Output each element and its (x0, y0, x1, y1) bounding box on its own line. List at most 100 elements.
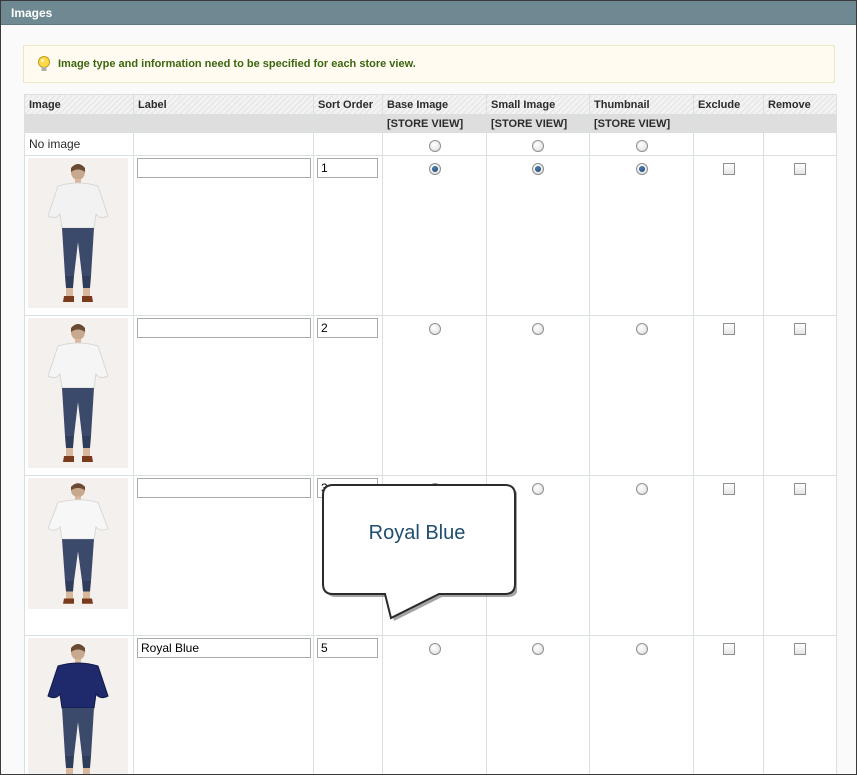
remove-cell (763, 475, 837, 636)
scope-empty (693, 114, 764, 133)
col-header-base-image: Base Image (382, 94, 487, 115)
product-thumbnail[interactable] (28, 478, 128, 609)
model-photo-icon (28, 638, 128, 774)
remove-checkbox[interactable] (794, 323, 806, 335)
lightbulb-icon (38, 56, 50, 71)
callout-text: Royal Blue (368, 522, 466, 544)
image-label-input[interactable] (137, 638, 311, 658)
image-row (24, 635, 837, 774)
no-image-row: No image (24, 132, 837, 156)
base-image-cell (382, 315, 487, 476)
col-header-sort-order: Sort Order (313, 94, 383, 115)
exclude-checkbox[interactable] (722, 483, 735, 495)
thumbnail-cell (589, 635, 694, 774)
empty-cell (133, 132, 314, 156)
label-cell (133, 315, 314, 476)
remove-checkbox[interactable] (794, 643, 806, 655)
base-image-radio[interactable] (428, 323, 441, 335)
image-cell (24, 315, 134, 476)
exclude-cell (693, 315, 764, 476)
base-image-radio-none[interactable] (428, 140, 441, 152)
col-header-label: Label (133, 94, 314, 115)
col-header-remove: Remove (763, 94, 837, 115)
base-image-cell (382, 635, 487, 774)
empty-cell (693, 132, 764, 156)
small-image-radio-none[interactable] (532, 140, 544, 152)
col-header-exclude: Exclude (693, 94, 764, 115)
small-image-radio[interactable] (532, 483, 544, 495)
scope-empty (24, 114, 134, 133)
sort-order-input[interactable] (317, 158, 378, 178)
empty-cell (313, 132, 383, 156)
remove-cell (763, 155, 837, 316)
thumbnail-radio[interactable] (635, 643, 648, 655)
thumbnail-cell (589, 315, 694, 476)
product-thumbnail[interactable] (28, 158, 128, 308)
thumbnail-radio[interactable] (635, 163, 648, 175)
base-image-radio[interactable] (428, 643, 441, 655)
scope-empty (763, 114, 837, 133)
image-cell (24, 635, 134, 774)
sort-order-cell (313, 155, 383, 316)
thumbnail-radio[interactable] (635, 483, 648, 495)
remove-cell (763, 635, 837, 774)
small-image-cell (486, 155, 590, 316)
callout-bubble: Royal Blue (321, 482, 518, 621)
label-cell (133, 635, 314, 774)
small-image-radio[interactable] (532, 163, 544, 175)
exclude-checkbox[interactable] (722, 323, 735, 335)
notice-box: Image type and information need to be sp… (23, 45, 835, 83)
image-row (24, 315, 837, 476)
scope-base-image: [STORE VIEW] (382, 114, 487, 133)
thumbnail-cell (589, 155, 694, 316)
col-header-image: Image (24, 94, 134, 115)
sort-order-cell (313, 315, 383, 476)
remove-checkbox[interactable] (794, 163, 806, 175)
remove-checkbox[interactable] (794, 483, 806, 495)
image-label-input[interactable] (137, 158, 311, 178)
exclude-checkbox[interactable] (722, 643, 735, 655)
small-image-cell (486, 315, 590, 476)
exclude-checkbox[interactable] (722, 163, 735, 175)
product-thumbnail[interactable] (28, 638, 128, 774)
thumbnail-cell (589, 475, 694, 636)
image-cell (24, 475, 134, 636)
image-cell (24, 155, 134, 316)
notice-text: Image type and information need to be sp… (58, 58, 416, 70)
label-cell (133, 155, 314, 316)
images-table: Image Label Sort Order Base Image Small … (24, 94, 837, 774)
small-image-radio[interactable] (532, 323, 544, 335)
image-label-input[interactable] (137, 478, 311, 498)
small-image-cell (486, 132, 590, 156)
remove-cell (763, 315, 837, 476)
scope-empty (133, 114, 314, 133)
exclude-cell (693, 475, 764, 636)
col-header-small-image: Small Image (486, 94, 590, 115)
small-image-cell (486, 635, 590, 774)
sort-order-cell (313, 635, 383, 774)
thumbnail-radio[interactable] (635, 323, 648, 335)
scope-thumbnail: [STORE VIEW] (589, 114, 694, 133)
small-image-radio[interactable] (532, 643, 544, 655)
sort-order-input[interactable] (317, 318, 378, 338)
no-image-label: No image (24, 132, 134, 156)
image-row (24, 155, 837, 316)
empty-cell (763, 132, 837, 156)
thumbnail-radio-none[interactable] (635, 140, 648, 152)
model-photo-icon (28, 158, 128, 308)
scope-small-image: [STORE VIEW] (486, 114, 590, 133)
section-title: Images (11, 6, 53, 20)
sort-order-input[interactable] (317, 638, 378, 658)
product-thumbnail[interactable] (28, 318, 128, 468)
label-cell (133, 475, 314, 636)
speech-bubble-shape (322, 484, 518, 621)
model-photo-icon (28, 478, 128, 609)
model-photo-icon (28, 318, 128, 468)
image-label-input[interactable] (137, 318, 311, 338)
base-image-cell (382, 132, 487, 156)
exclude-cell (693, 635, 764, 774)
images-panel: Images Image type and information need t… (0, 0, 857, 775)
col-header-thumbnail: Thumbnail (589, 94, 694, 115)
section-header: Images (1, 1, 856, 25)
base-image-radio[interactable] (428, 163, 441, 175)
